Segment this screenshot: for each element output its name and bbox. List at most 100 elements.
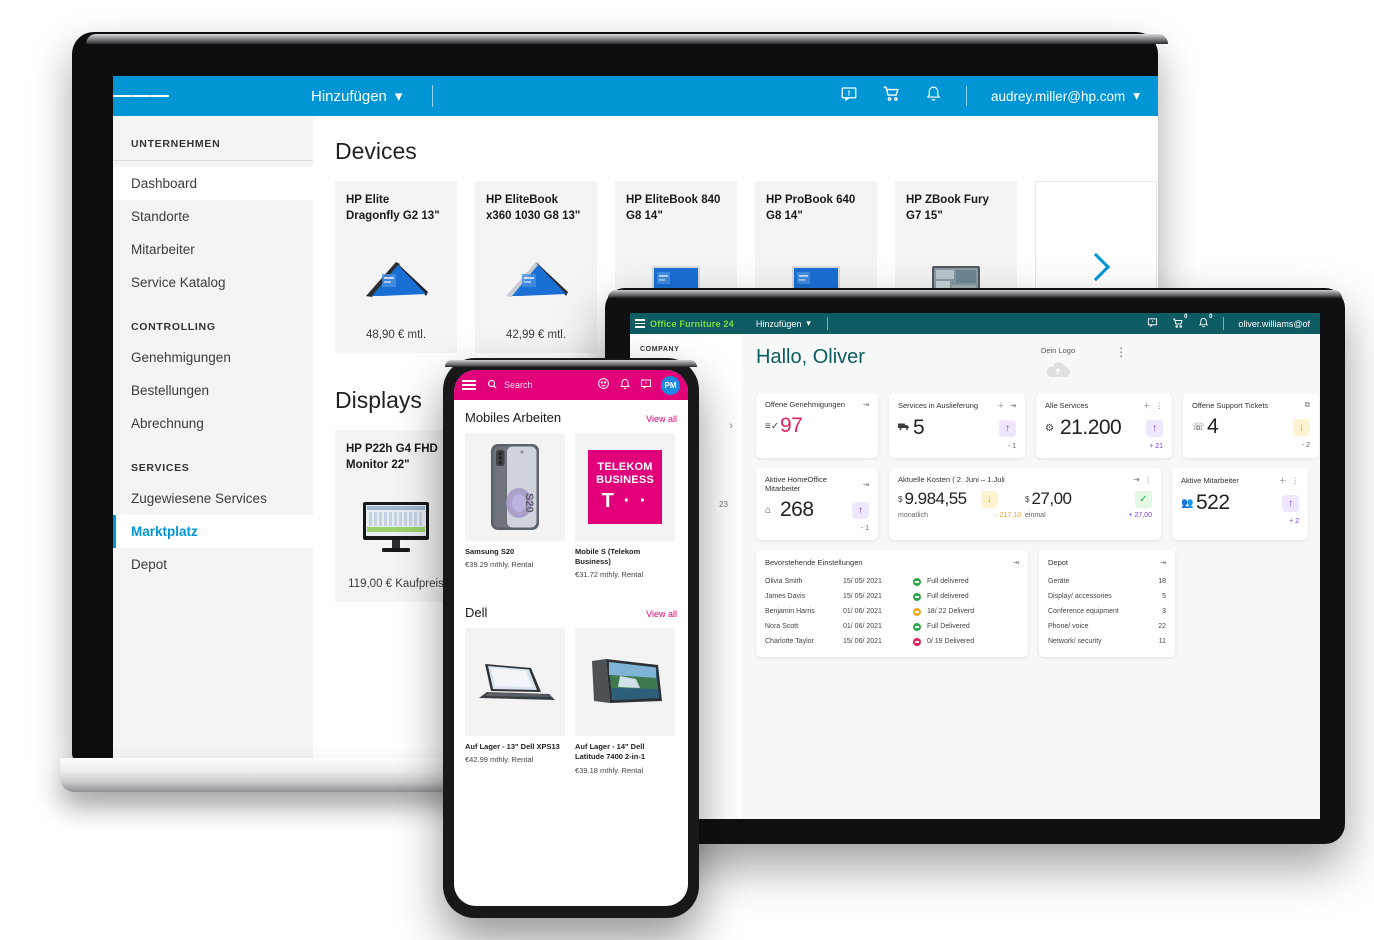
user-account-menu[interactable]: audrey.miller@hp.com ▾ [991, 88, 1140, 104]
plus-icon[interactable]: ＋ [997, 400, 1005, 411]
product-card[interactable]: S20 Samsung S20 €39.29 mthly. Rental [465, 433, 565, 579]
trend-down-icon: ↓ [1293, 418, 1310, 436]
trend-up-icon: ↑ [1146, 419, 1163, 437]
hamburger-icon[interactable] [113, 93, 170, 100]
kpi-card-offene-support-tickets[interactable]: Offene Support Tickets ⧉ ☏ 4 ↓ - 2 [1183, 393, 1319, 458]
user-email-label[interactable]: oliver.williams@of [1238, 319, 1310, 329]
view-all-link[interactable]: View all [646, 609, 677, 619]
row-status: Full delivered [927, 593, 969, 600]
expand-icon[interactable]: ⇥ [1133, 475, 1139, 484]
telekom-business-tile: TELEKOM BUSINESS T · · [588, 450, 662, 524]
plus-icon[interactable]: ＋ [1143, 400, 1151, 411]
check-icon: ✓ [1135, 490, 1152, 508]
kpi-card-aktuelle-kosten[interactable]: Aktuelle Kosten ( 2. Juni – 1.Juli ⇥ ⋮ $… [889, 468, 1161, 540]
expand-icon[interactable]: ⇥ [863, 400, 869, 409]
sidebar-item-abrechnung[interactable]: Abrechnung [113, 407, 313, 440]
kpi-delta: + 21 [1149, 443, 1163, 450]
sidebar-item-label: Zugewiesene Services [131, 491, 267, 506]
sidebar-item-genehmigungen[interactable]: Genehmigungen [113, 341, 313, 374]
expand-icon[interactable]: ⇥ [863, 480, 869, 489]
external-link-icon[interactable]: ⧉ [1305, 400, 1310, 410]
feedback-icon[interactable] [640, 378, 652, 393]
kebab-menu-icon[interactable]: ⋮ [1115, 346, 1128, 358]
gear-icon: ⚙ [1045, 422, 1054, 434]
row-status: 0/ 19 Delivered [927, 638, 975, 645]
kpi-card-offene-genehmigungen[interactable]: Offene Genehmigungen ⇥ ≡✓ 97 [756, 393, 878, 458]
search-input[interactable]: Search [487, 379, 588, 392]
feedback-icon[interactable] [1147, 317, 1158, 330]
greeting-title: Hallo, Oliver [756, 346, 865, 368]
sidebar-item-dashboard[interactable]: Dashboard [113, 167, 313, 200]
table-row[interactable]: Charlotte Taylor 15/ 06/ 2021 0/ 19 Deli… [765, 634, 1019, 649]
expand-icon[interactable]: ⇥ [1013, 558, 1019, 567]
product-grid: Auf Lager - 13" Dell XPS13 €42.99 mthly.… [465, 628, 677, 775]
add-menu-button[interactable]: Hinzufügen ▾ [311, 87, 403, 106]
product-card[interactable]: Auf Lager - 14" Dell Latitude 7400 2-in-… [575, 628, 675, 775]
avatar[interactable]: PM [661, 375, 680, 395]
product-image-monitor [346, 473, 446, 578]
sidebar-item-marktplatz[interactable]: Marktplatz [113, 515, 313, 548]
row-name: Nora Scott [765, 623, 799, 630]
expand-icon[interactable]: ⇥ [1160, 558, 1166, 567]
hamburger-icon[interactable] [630, 318, 650, 329]
tile-line-1: TELEKOM [597, 461, 653, 474]
kpi-value: 9.984,55 [904, 489, 967, 508]
kpi-card-aktive-homeoffice-mitarbeiter[interactable]: Aktive HomeOffice Mitarbeiter ⇥ ⌂ 268 ↑ … [756, 468, 878, 540]
kpi-row-2: Aktive HomeOffice Mitarbeiter ⇥ ⌂ 268 ↑ … [756, 468, 1319, 540]
product-card[interactable]: HP Elite Dragonfly G2 13" 48,90 € mtl. [335, 181, 457, 353]
sidebar-item-bestellungen[interactable]: Bestellungen [113, 374, 313, 407]
list-item[interactable]: Geräte 18 [1048, 574, 1166, 589]
kpi-card-aktive-mitarbeiter[interactable]: Aktive Mitarbeiter ＋ ⋮ 👥 522 ↑ + 2 [1172, 468, 1308, 540]
expand-icon[interactable]: ⇥ [1010, 401, 1016, 410]
depot-count: 5 [1162, 593, 1166, 600]
bell-icon[interactable] [925, 85, 942, 107]
kpi-card-services-in-auslieferung[interactable]: Services in Auslieferung ＋ ⇥ 5 ↑ - 1 [889, 393, 1025, 458]
add-menu-button[interactable]: Hinzufügen ▾ [756, 318, 811, 329]
product-card[interactable]: Auf Lager - 13" Dell XPS13 €42.99 mthly.… [465, 628, 565, 774]
bell-icon[interactable]: 0 [1198, 313, 1216, 330]
kebab-menu-icon[interactable]: ⋮ [1145, 475, 1153, 484]
sidebar-expand-icon[interactable]: › [729, 420, 733, 432]
product-grid: S20 Samsung S20 €39.29 mthly. Rental TEL… [465, 433, 677, 579]
bell-icon[interactable] [619, 378, 631, 393]
kpi-period-label: monatlich [898, 512, 928, 519]
list-item[interactable]: Phone/ voice 22 [1048, 619, 1166, 634]
table-row[interactable]: Benjamin Harris 01/ 06/ 2021 18/ 22 Deli… [765, 604, 1019, 619]
product-card[interactable]: TELEKOM BUSINESS T · · Mobile S (Telekom… [575, 433, 675, 579]
help-icon[interactable] [597, 377, 610, 393]
hamburger-icon[interactable] [462, 378, 478, 392]
plus-icon[interactable]: ＋ [1279, 475, 1287, 486]
product-card[interactable]: HP EliteBook x360 1030 G8 13" 42,99 € mt… [475, 181, 597, 353]
sidebar-item-mitarbeiter[interactable]: Mitarbeiter [113, 233, 313, 266]
cart-icon[interactable]: 0 [1172, 313, 1191, 331]
product-card[interactable]: HP P22h G4 FHD Monitor 22" 119,00 € Kauf… [335, 430, 457, 602]
view-all-link[interactable]: View all [646, 414, 677, 424]
kpi-footer: + 21 [1045, 443, 1163, 450]
kebab-menu-icon[interactable]: ⋮ [1156, 401, 1164, 410]
kpi-card-alle-services[interactable]: Alle Services ＋ ⋮ ⚙ 21.200 ↑ + 21 [1036, 393, 1172, 458]
list-item[interactable]: Network/ security 11 [1048, 634, 1166, 649]
sidebar-item-standorte[interactable]: Standorte [113, 200, 313, 233]
table-row[interactable]: Nora Scott 01/ 06/ 2021 Full Delivered [765, 619, 1019, 634]
table-row[interactable]: Olivia Smith 15/ 05/ 2021 Full delivered [765, 574, 1019, 589]
add-menu-label: Hinzufügen [311, 87, 387, 105]
row-date: 01/ 06/ 2021 [843, 608, 882, 615]
sidebar-item-zugewiesene-services[interactable]: Zugewiesene Services [113, 482, 313, 515]
row-name: Olivia Smith [765, 578, 803, 585]
sidebar-group-services: SERVICES [131, 462, 190, 474]
feedback-icon[interactable] [840, 85, 858, 108]
sidebar-item-depot[interactable]: Depot [113, 548, 313, 581]
table-row[interactable]: James Davis 15/ 05/ 2021 Full delivered [765, 589, 1019, 604]
sidebar-item-service-katalog[interactable]: Service Katalog [113, 266, 313, 299]
product-title: HP EliteBook 840 G8 14" [626, 194, 721, 222]
sidebar-item-label: Mitarbeiter [131, 242, 195, 257]
cart-icon[interactable] [882, 84, 901, 108]
phone-device: Search PM Mobiles Arbeiten View all S20 … [443, 358, 699, 918]
kebab-menu-icon[interactable]: ⋮ [1292, 476, 1300, 485]
trend-down-icon: ↓ [980, 490, 998, 508]
logo-upload-area[interactable]: Dein Logo [1041, 346, 1075, 383]
list-item[interactable]: Display/ accessories 5 [1048, 589, 1166, 604]
chevron-down-icon: ▾ [394, 88, 403, 105]
kpi-period-label: einmal [1025, 512, 1046, 519]
list-item[interactable]: Conference equipment 3 [1048, 604, 1166, 619]
